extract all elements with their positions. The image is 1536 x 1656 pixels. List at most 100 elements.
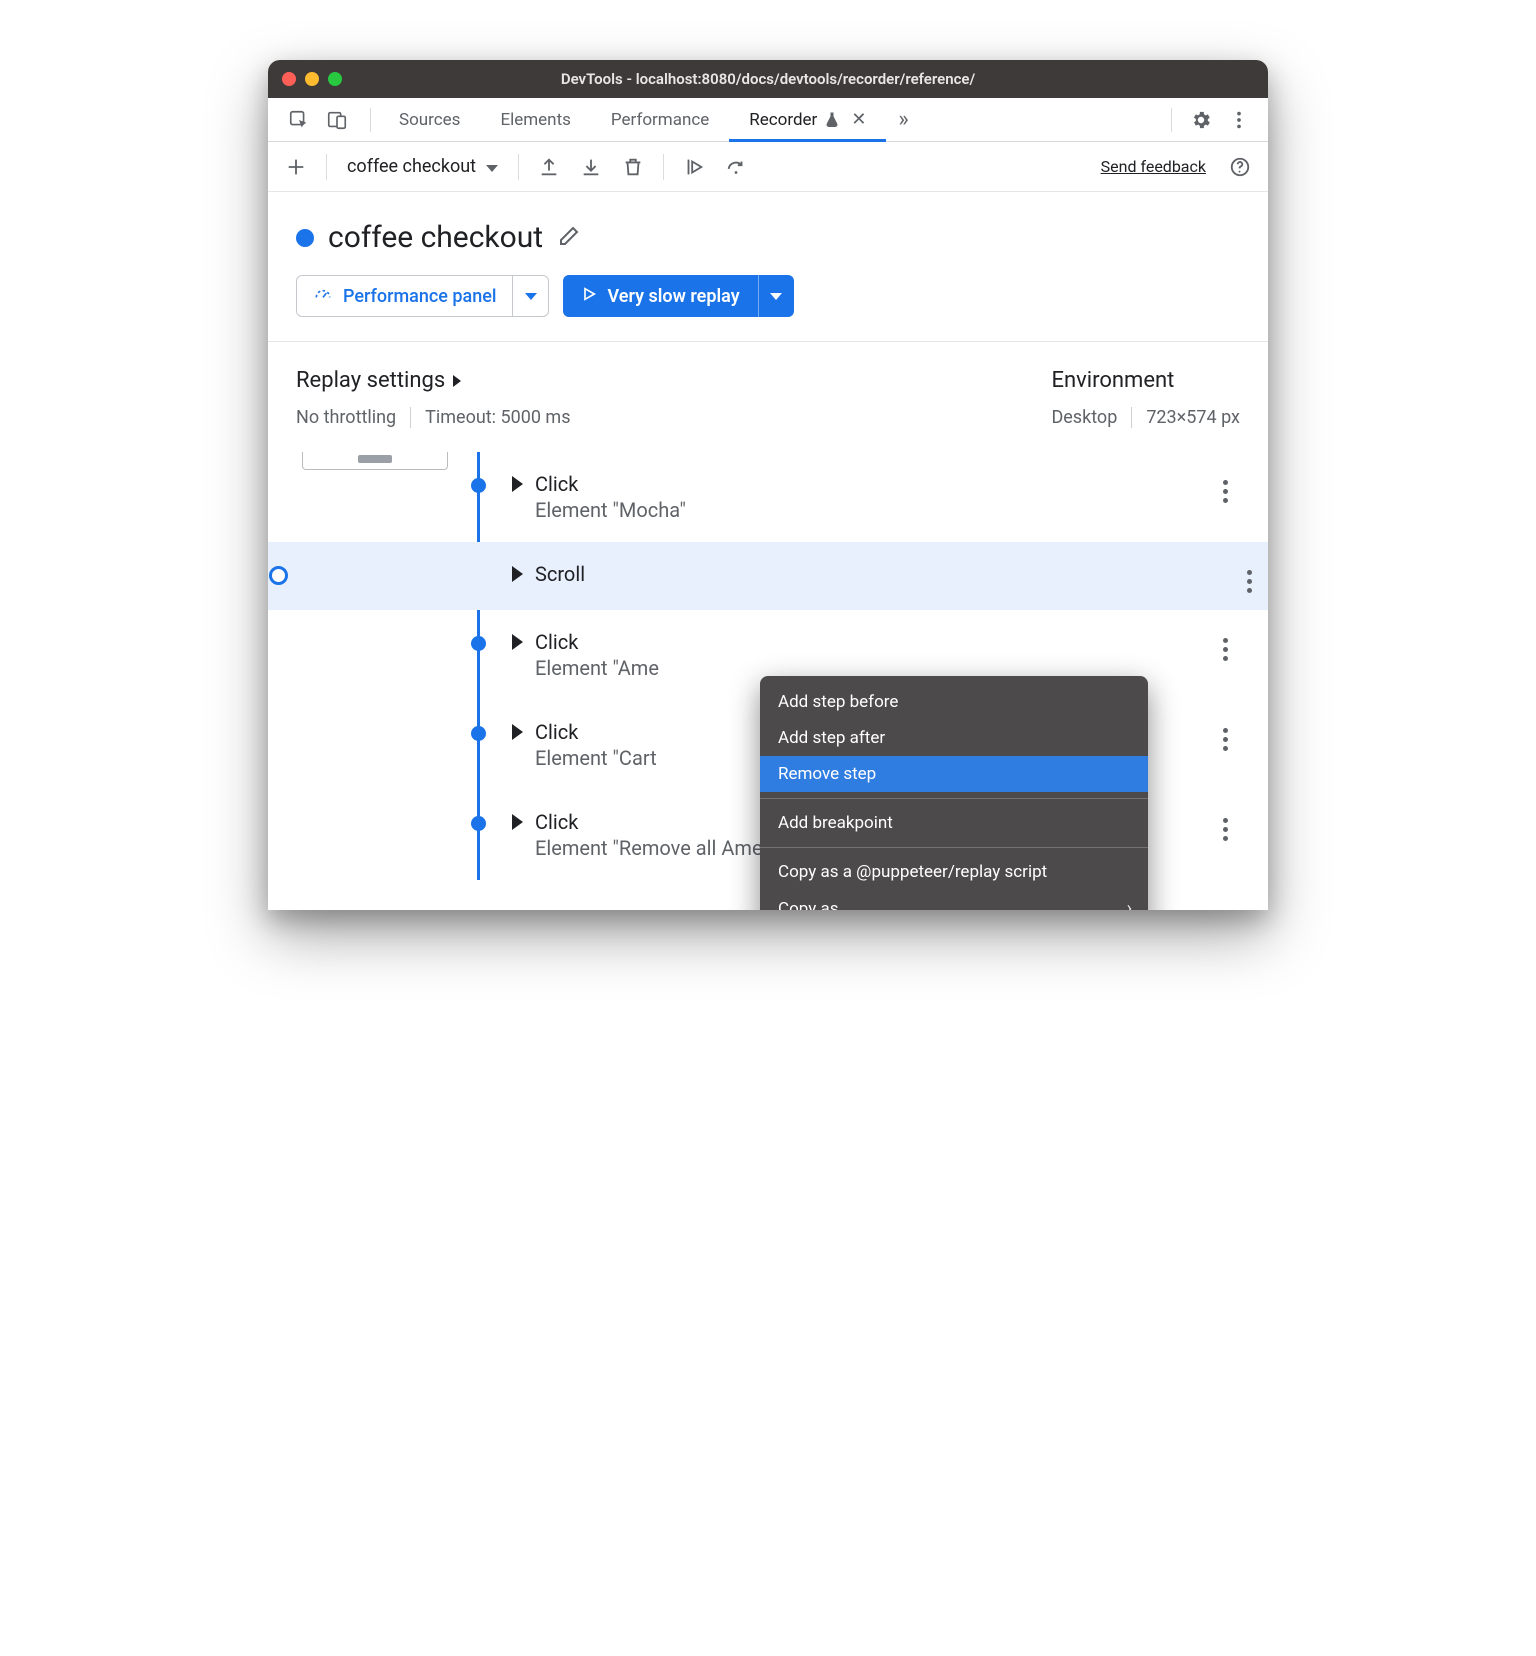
ctx-remove-step[interactable]: Remove step — [760, 756, 1148, 792]
throttling-value: No throttling — [296, 407, 396, 428]
step-title: Click — [535, 810, 578, 834]
panel-tabstrip: Sources Elements Performance Recorder ✕ … — [268, 98, 1268, 142]
more-tabs-icon[interactable]: » — [886, 107, 920, 132]
chevron-right-icon — [453, 375, 461, 387]
settings-row: Replay settings No throttling Timeout: 5… — [268, 342, 1268, 452]
replay-settings-toggle[interactable]: Replay settings — [296, 368, 571, 393]
traffic-lights — [282, 72, 342, 86]
expand-icon[interactable] — [512, 634, 523, 650]
step-row[interactable]: Click Element "Mocha" — [468, 452, 1244, 542]
step-title: Click — [535, 720, 578, 744]
close-tab-icon[interactable]: ✕ — [847, 109, 866, 130]
section-label: Replay settings — [296, 368, 445, 393]
step-title: Scroll — [535, 562, 585, 586]
tab-label: Sources — [399, 110, 460, 130]
step-node — [471, 478, 486, 493]
window-title: DevTools - localhost:8080/docs/devtools/… — [268, 70, 1268, 88]
continue-icon[interactable] — [676, 149, 712, 185]
expand-icon[interactable] — [512, 476, 523, 492]
recording-title: coffee checkout — [328, 220, 543, 255]
send-feedback-link[interactable]: Send feedback — [1091, 157, 1216, 176]
tab-label: Elements — [500, 110, 570, 130]
divider — [760, 847, 1148, 848]
step-subtitle: Element "Cart — [535, 746, 657, 770]
step-node — [471, 816, 486, 831]
replay-button[interactable]: Very slow replay — [563, 275, 793, 317]
section-label: Environment — [1051, 368, 1174, 393]
device-toolbar-icon[interactable] — [320, 103, 354, 137]
divider — [760, 798, 1148, 799]
step-node — [471, 726, 486, 741]
tab-label: Recorder — [749, 110, 817, 130]
gauge-icon — [313, 284, 333, 309]
tab-recorder[interactable]: Recorder ✕ — [729, 98, 886, 141]
edit-title-icon[interactable] — [557, 224, 581, 252]
new-recording-icon[interactable] — [278, 149, 314, 185]
ctx-copy-as[interactable]: Copy as› — [760, 890, 1148, 910]
delete-icon[interactable] — [615, 149, 651, 185]
step-node — [471, 636, 486, 651]
environment-heading: Environment — [1051, 368, 1240, 393]
step-subtitle: Element "Mocha" — [535, 498, 686, 522]
tab-label: Performance — [611, 110, 709, 130]
divider — [1131, 407, 1132, 428]
ctx-add-step-after[interactable]: Add step after — [760, 720, 1148, 756]
inspect-element-icon[interactable] — [282, 103, 316, 137]
divider — [370, 108, 371, 132]
divider — [326, 154, 327, 180]
expand-icon[interactable] — [512, 724, 523, 740]
chevron-down-icon — [486, 156, 498, 177]
divider — [518, 154, 519, 180]
help-icon[interactable] — [1222, 149, 1258, 185]
play-icon — [581, 286, 597, 307]
step-row[interactable]: Scroll — [268, 542, 1268, 610]
tab-sources[interactable]: Sources — [379, 98, 480, 141]
close-window-button[interactable] — [282, 72, 296, 86]
button-label: Very slow replay — [607, 286, 739, 307]
step-title: Click — [535, 472, 578, 496]
step-menu-icon[interactable] — [1217, 722, 1234, 757]
settings-gear-icon[interactable] — [1184, 103, 1218, 137]
divider — [1171, 108, 1172, 132]
expand-icon[interactable] — [512, 814, 523, 830]
zoom-window-button[interactable] — [328, 72, 342, 86]
timeout-value: Timeout: 5000 ms — [425, 407, 570, 428]
button-label: Performance panel — [343, 286, 496, 307]
ctx-add-step-before[interactable]: Add step before — [760, 684, 1148, 720]
recorder-toolbar: coffee checkout Send feedback — [268, 142, 1268, 192]
step-title: Click — [535, 630, 578, 654]
step-menu-icon[interactable] — [1217, 812, 1234, 847]
flask-icon — [823, 111, 841, 129]
recording-status-dot — [296, 229, 314, 247]
replay-dropdown-caret[interactable] — [758, 275, 794, 317]
step-menu-icon[interactable] — [1241, 564, 1258, 599]
perf-dropdown-caret[interactable] — [512, 276, 548, 316]
titlebar: DevTools - localhost:8080/docs/devtools/… — [268, 60, 1268, 98]
step-menu-icon[interactable] — [1217, 632, 1234, 667]
minimize-window-button[interactable] — [305, 72, 319, 86]
step-node — [269, 566, 288, 585]
recording-dropdown[interactable]: coffee checkout — [339, 156, 506, 177]
import-icon[interactable] — [573, 149, 609, 185]
ctx-copy-puppeteer[interactable]: Copy as a @puppeteer/replay script — [760, 854, 1148, 890]
step-menu-icon[interactable] — [1217, 474, 1234, 509]
divider — [663, 154, 664, 180]
step-over-icon[interactable] — [718, 149, 754, 185]
tab-performance[interactable]: Performance — [591, 98, 729, 141]
screenshot-thumbnail — [302, 452, 448, 470]
recording-header: coffee checkout Performance panel — [268, 192, 1268, 342]
devtools-window: DevTools - localhost:8080/docs/devtools/… — [268, 60, 1268, 910]
recording-name: coffee checkout — [347, 156, 476, 177]
export-icon[interactable] — [531, 149, 567, 185]
more-options-icon[interactable] — [1222, 103, 1256, 137]
env-dimensions: 723×574 px — [1146, 407, 1240, 428]
chevron-right-icon: › — [1127, 898, 1132, 910]
expand-icon[interactable] — [512, 566, 523, 582]
divider — [410, 407, 411, 428]
context-menu: Add step before Add step after Remove st… — [760, 676, 1148, 910]
step-subtitle: Element "Ame — [535, 656, 659, 680]
tab-elements[interactable]: Elements — [480, 98, 590, 141]
ctx-add-breakpoint[interactable]: Add breakpoint — [760, 805, 1148, 841]
performance-panel-button[interactable]: Performance panel — [296, 275, 549, 317]
env-device: Desktop — [1051, 407, 1117, 428]
